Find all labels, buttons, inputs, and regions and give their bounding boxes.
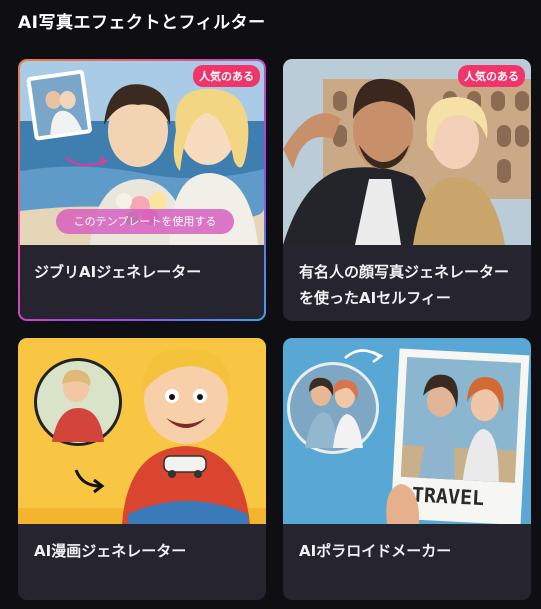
svg-text:TRAVEL: TRAVEL bbox=[411, 482, 484, 510]
card-polaroid-maker[interactable]: TRAVEL AIポラロイドメーカー bbox=[283, 338, 531, 600]
use-template-button[interactable]: このテンプレートを使用する bbox=[56, 209, 234, 234]
card-title: AI漫画ジェネレーター bbox=[34, 542, 187, 560]
card-cartoon-generator[interactable]: AI漫画ジェネレーター bbox=[18, 338, 266, 600]
card-celebrity-selfie[interactable]: 人気のある 有名人の顔写真ジェネレーターを使ったAIセルフィー bbox=[283, 59, 531, 321]
card-thumbnail: TRAVEL bbox=[283, 338, 531, 524]
card-title: AIポラロイドメーカー bbox=[299, 542, 452, 560]
card-ghibli-generator[interactable]: 人気のある このテンプレートを使用する ジブリAIジェネレーター bbox=[18, 59, 266, 321]
popular-badge: 人気のある bbox=[193, 65, 260, 87]
card-thumbnail bbox=[18, 338, 266, 524]
card-title: ジブリAIジェネレーター bbox=[34, 263, 202, 281]
popular-badge: 人気のある bbox=[458, 65, 525, 87]
section-title: AI写真エフェクトとフィルター bbox=[18, 13, 266, 33]
card-title: 有名人の顔写真ジェネレーターを使ったAIセルフィー bbox=[299, 263, 510, 307]
